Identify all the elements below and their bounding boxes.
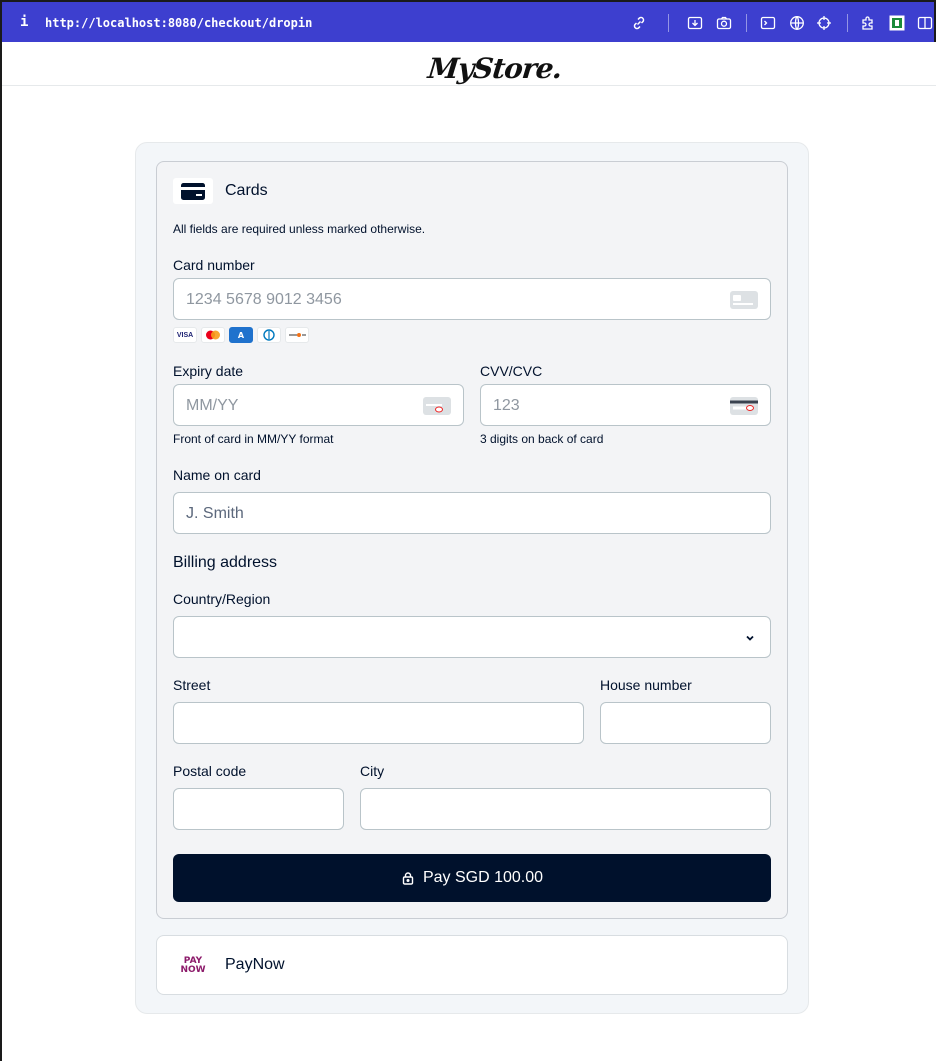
pay-button[interactable]: Pay SGD 100.00	[173, 854, 771, 902]
street-label: Street	[173, 677, 211, 693]
expiry-placeholder: MM/YY	[186, 397, 239, 414]
crosshair-icon[interactable]	[816, 15, 832, 31]
card-placeholder-icon	[730, 291, 758, 309]
address-bar[interactable]: http://localhost:8080/checkout/dropin	[45, 16, 312, 30]
toolbar-divider	[746, 14, 747, 32]
extension-badge-icon[interactable]	[889, 15, 905, 31]
expiry-hint: Front of card in MM/YY format	[173, 432, 334, 446]
city-input[interactable]	[360, 788, 771, 830]
paynow-logo-line2: NOW	[180, 965, 206, 975]
discover-icon	[285, 327, 309, 343]
toolbar-divider	[847, 14, 848, 32]
store-logo[interactable]: MyStore.	[426, 52, 563, 85]
link-icon[interactable]	[631, 15, 647, 31]
paynow-payment-panel[interactable]: PAY NOW PayNow	[156, 935, 788, 995]
globe-icon[interactable]	[789, 15, 805, 31]
paynow-logo: PAY NOW	[173, 953, 213, 979]
expiry-date-input[interactable]: MM/YY	[173, 384, 464, 426]
expiry-date-label: Expiry date	[173, 363, 244, 379]
screenshot-download-icon[interactable]	[687, 15, 703, 31]
terminal-icon[interactable]	[760, 15, 776, 31]
postal-code-label: Postal code	[173, 763, 247, 779]
lock-icon	[401, 871, 415, 885]
city-label: City	[360, 763, 385, 779]
cards-payment-panel: Cards All fields are required unless mar…	[156, 161, 788, 919]
street-input[interactable]	[173, 702, 584, 744]
house-number-input[interactable]	[600, 702, 771, 744]
browser-toolbar: i http://localhost:8080/checkout/dropin	[0, 0, 936, 42]
cvc-input[interactable]: 123	[480, 384, 771, 426]
supported-brands: VISA A	[173, 327, 309, 343]
cards-title: Cards	[225, 182, 268, 199]
postal-code-input[interactable]	[173, 788, 344, 830]
name-on-card-input[interactable]: J. Smith	[173, 492, 771, 534]
card-number-label: Card number	[173, 257, 255, 273]
sidebar-toggle-icon[interactable]	[917, 15, 933, 31]
toolbar-divider	[668, 14, 669, 32]
cvc-label: CVV/CVC	[480, 363, 543, 379]
cvc-hint: 3 digits on back of card	[480, 432, 604, 446]
diners-club-icon	[257, 327, 281, 343]
required-fields-note: All fields are required unless marked ot…	[173, 222, 426, 236]
page-content: MyStore. Cards All fields are required u…	[0, 42, 936, 1061]
name-on-card-value: J. Smith	[186, 505, 244, 522]
cards-header[interactable]: Cards	[173, 178, 268, 204]
visa-icon: VISA	[173, 327, 197, 343]
country-select[interactable]	[173, 616, 771, 658]
house-number-label: House number	[600, 677, 692, 693]
extensions-icon[interactable]	[860, 15, 876, 31]
camera-icon[interactable]	[716, 15, 732, 31]
pay-button-label: Pay SGD 100.00	[422, 869, 544, 886]
payment-dropin: Cards All fields are required unless mar…	[135, 142, 809, 1014]
card-number-placeholder: 1234 5678 9012 3456	[186, 291, 342, 308]
card-back-icon	[730, 397, 758, 415]
store-header: MyStore.	[2, 42, 936, 86]
mastercard-icon	[201, 327, 225, 343]
credit-card-icon	[173, 178, 213, 204]
card-front-icon	[423, 397, 451, 415]
svg-text:A: A	[238, 331, 245, 340]
cvc-placeholder: 123	[493, 397, 520, 414]
info-icon[interactable]: i	[20, 14, 28, 30]
name-on-card-label: Name on card	[173, 467, 261, 483]
paynow-title: PayNow	[225, 956, 285, 973]
country-label: Country/Region	[173, 591, 271, 607]
card-number-input[interactable]: 1234 5678 9012 3456	[173, 278, 771, 320]
chevron-down-icon	[744, 631, 756, 643]
amex-icon: A	[229, 327, 253, 343]
billing-address-title: Billing address	[173, 554, 278, 571]
